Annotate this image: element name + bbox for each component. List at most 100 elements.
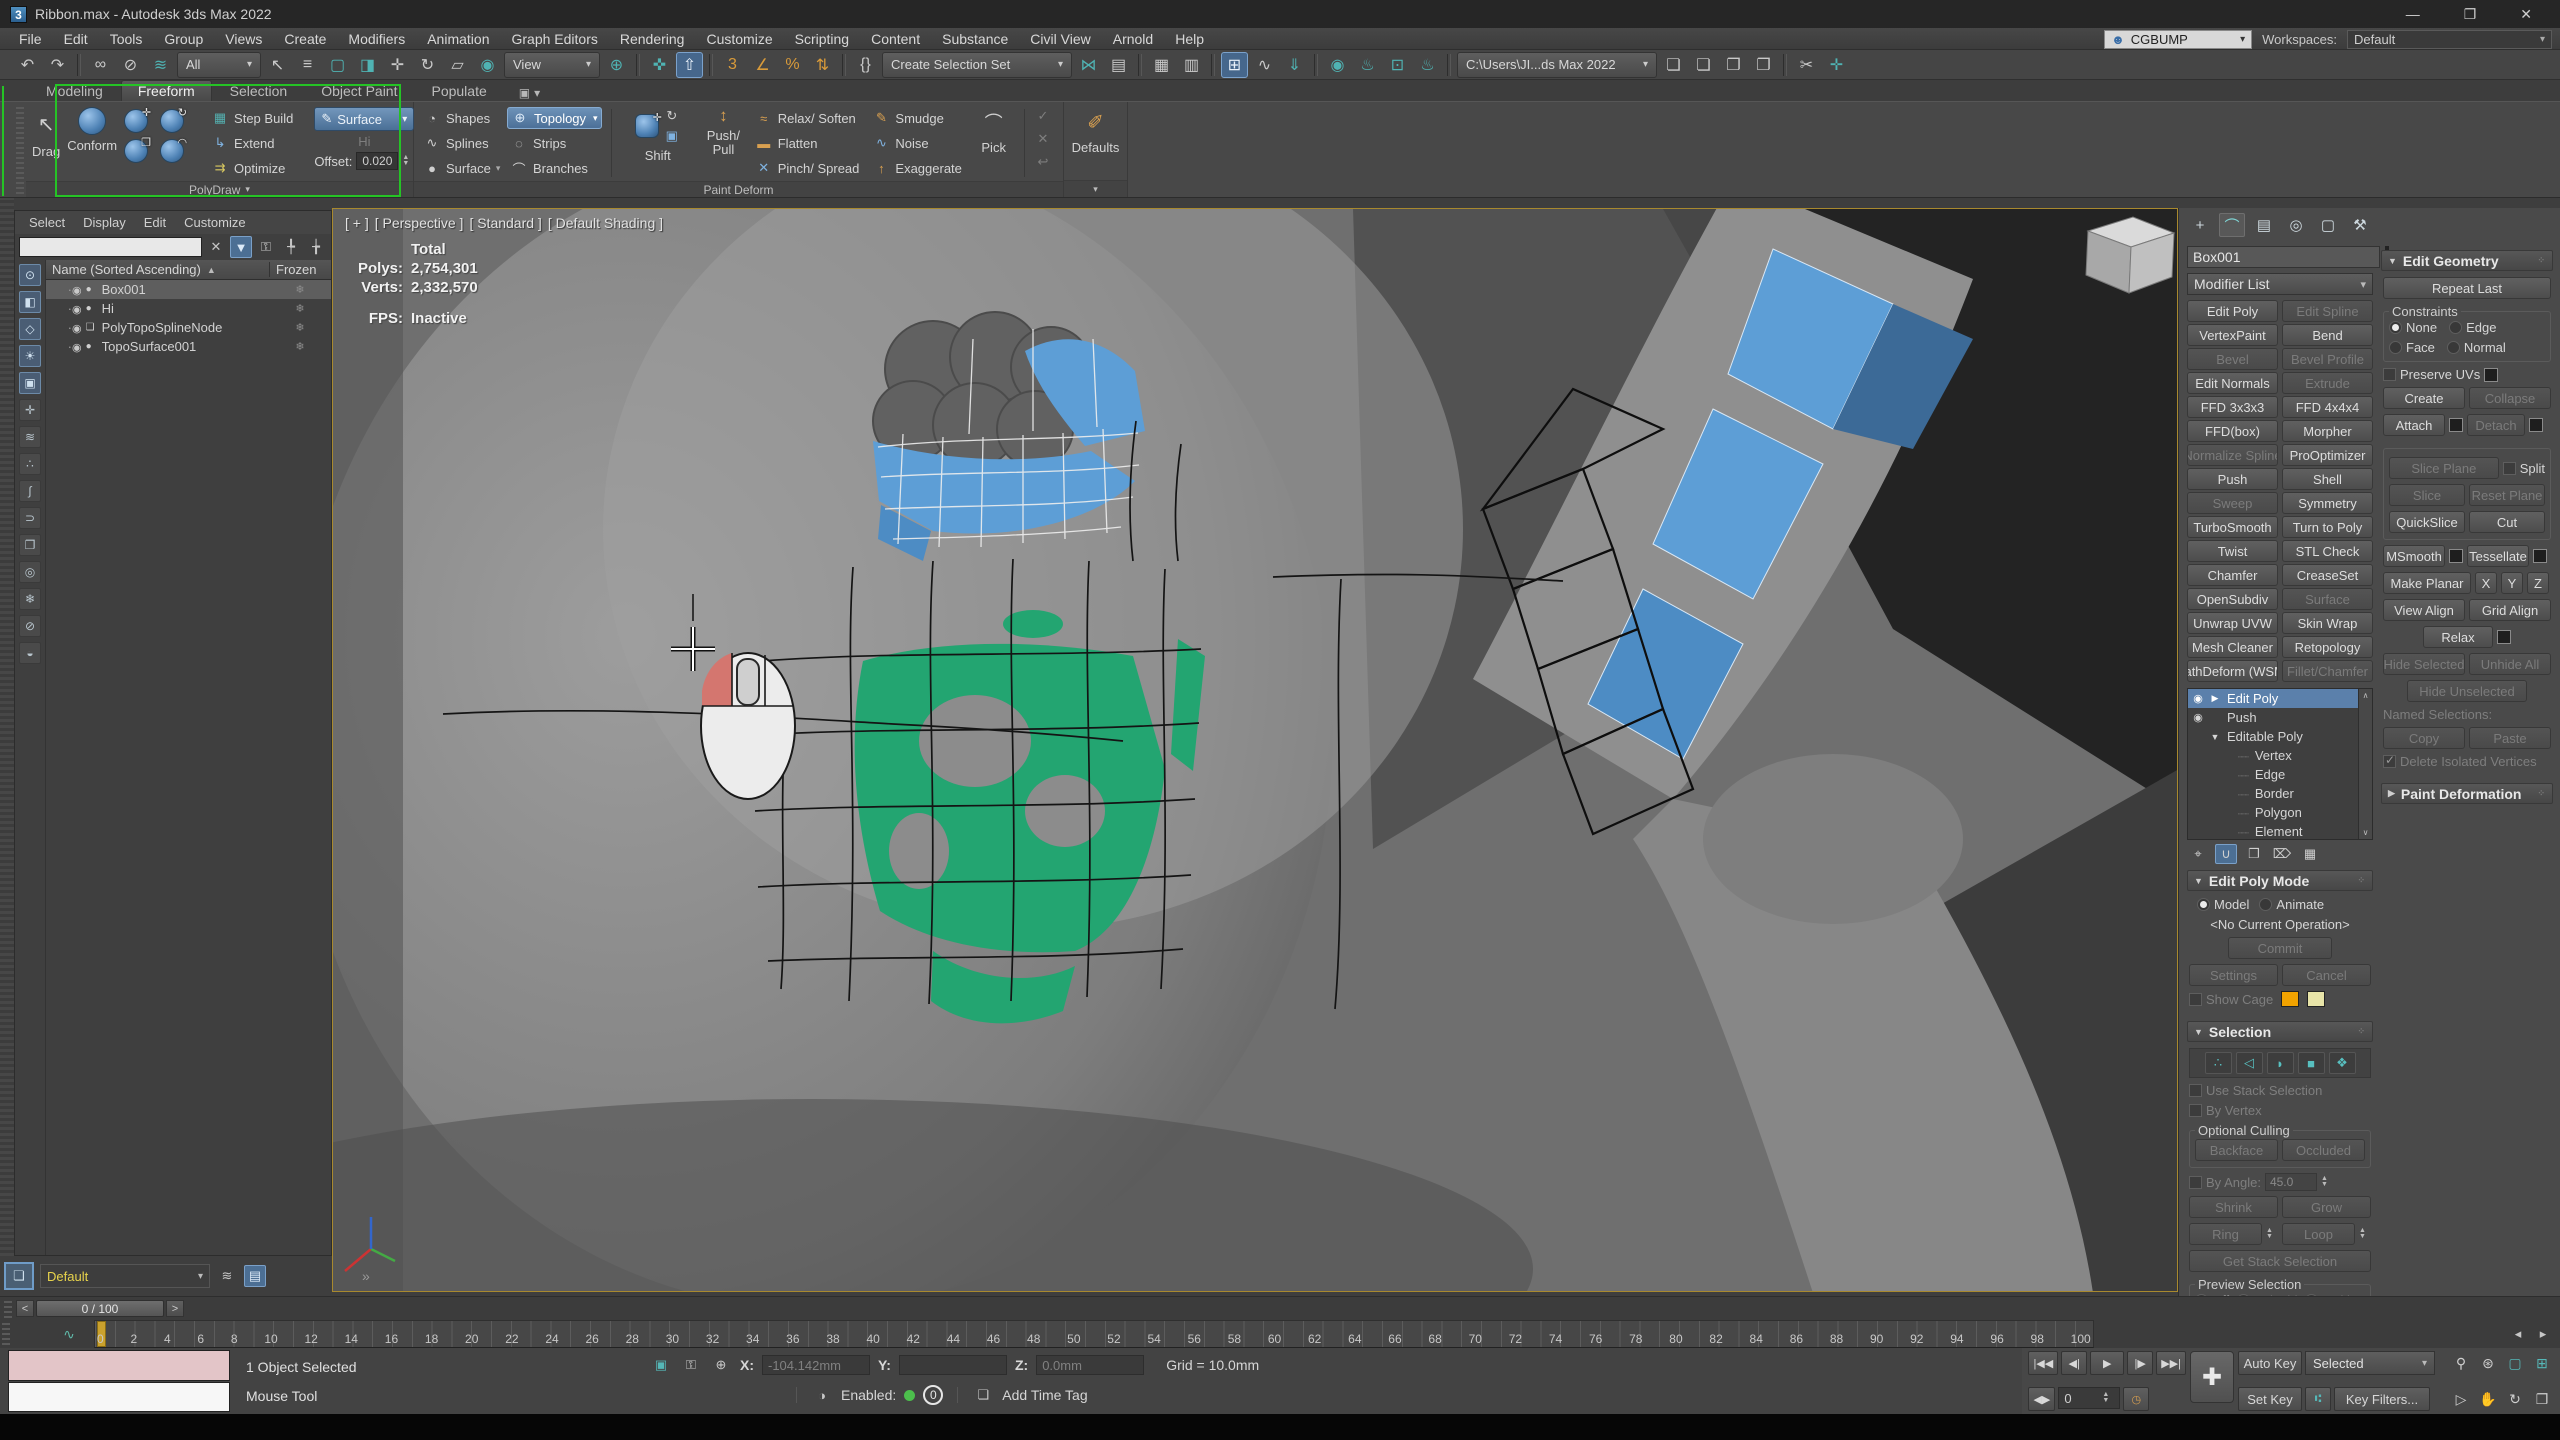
- select-and-rotate-icon[interactable]: ↻: [414, 52, 441, 78]
- select-and-link-icon[interactable]: ∞: [87, 52, 114, 78]
- optimize-button[interactable]: ⇉Optimize: [208, 157, 296, 179]
- conform-tool[interactable]: Conform: [67, 107, 117, 153]
- menu-item[interactable]: Tools: [99, 29, 154, 49]
- toggle-layer-explorer-icon[interactable]: ▥: [1178, 52, 1205, 78]
- use-stack-selection-checkbox[interactable]: Use Stack Selection: [2189, 1083, 2371, 1098]
- listener-line[interactable]: [8, 1382, 230, 1413]
- rendered-frame-window-icon[interactable]: ⊡: [1384, 52, 1411, 78]
- modifier-stack-row[interactable]: Border: [2188, 784, 2358, 803]
- menu-item[interactable]: Substance: [931, 29, 1019, 49]
- track-bar-ruler[interactable]: 0246810121416182022242628303234363840424…: [94, 1320, 2094, 1348]
- bind-to-space-warp-icon[interactable]: ≋: [147, 52, 174, 78]
- maximize-viewport-icon[interactable]: ❐: [2530, 1387, 2554, 1411]
- project-folder-dropdown[interactable]: C:\Users\JI...ds Max 2022: [1457, 52, 1657, 78]
- configure-modifier-sets-icon[interactable]: ▦: [2299, 844, 2321, 864]
- keyboard-override-icon[interactable]: ⇧: [676, 52, 703, 78]
- relax-button[interactable]: Relax: [2423, 626, 2493, 648]
- auto-key-selection-dropdown[interactable]: Selected: [2305, 1351, 2435, 1375]
- menu-item[interactable]: Views: [214, 29, 273, 49]
- paint-deform-panel-title[interactable]: Paint Deform: [414, 181, 1063, 197]
- modifier-preset-button[interactable]: Chamfer: [2187, 564, 2278, 586]
- modifier-preset-button[interactable]: Bevel Profile: [2282, 348, 2373, 370]
- selection-region-icon[interactable]: ▣: [650, 1355, 672, 1375]
- remove-modifier-icon[interactable]: ⌦: [2271, 844, 2293, 864]
- track-bar-option-icon[interactable]: ◂: [2507, 1323, 2529, 1345]
- modifier-preset-button[interactable]: Shell: [2282, 468, 2373, 490]
- file-link-manager-icon[interactable]: ❐: [1750, 52, 1777, 78]
- menu-item[interactable]: Customize: [695, 29, 783, 49]
- toolbar-separator[interactable]: [77, 54, 81, 76]
- detach-settings-icon[interactable]: [2529, 418, 2543, 432]
- modifier-preset-button[interactable]: Extrude: [2282, 372, 2373, 394]
- modifier-stack-row[interactable]: Edge: [2188, 765, 2358, 784]
- polydraw-panel-title[interactable]: PolyDraw▾: [26, 181, 413, 197]
- modifier-preset-button[interactable]: Twist: [2187, 540, 2278, 562]
- current-frame-field[interactable]: 0: [2058, 1387, 2120, 1409]
- modifier-preset-button[interactable]: Symmetry: [2282, 492, 2373, 514]
- z-coordinate-field[interactable]: 0.0mm: [1036, 1355, 1144, 1375]
- zoom-extents-icon[interactable]: ▢: [2503, 1351, 2527, 1375]
- menu-item[interactable]: Animation: [416, 29, 500, 49]
- border-icon[interactable]: ◗: [2267, 1052, 2294, 1074]
- user-account-dropdown[interactable]: ☻ CGBUMP ▾: [2104, 30, 2252, 49]
- lock-explorer-icon[interactable]: ⚿: [255, 236, 277, 258]
- tessellate-settings-icon[interactable]: [2533, 549, 2547, 563]
- modifier-list-dropdown[interactable]: Modifier List: [2187, 273, 2373, 295]
- next-frame-button[interactable]: |▶: [2127, 1351, 2153, 1375]
- vertex-icon[interactable]: ∴: [2205, 1052, 2232, 1074]
- unlink-selection-icon[interactable]: ⊘: [117, 52, 144, 78]
- modifier-preset-button[interactable]: Push: [2187, 468, 2278, 490]
- menu-item[interactable]: Arnold: [1102, 29, 1164, 49]
- toolbar-separator[interactable]: [1138, 54, 1142, 76]
- window-crossing-icon[interactable]: ◨: [354, 52, 381, 78]
- next-frame-button[interactable]: >: [166, 1300, 184, 1317]
- polygon-icon[interactable]: ■: [2298, 1052, 2325, 1074]
- modifier-preset-button[interactable]: OpenSubdiv: [2187, 588, 2278, 610]
- object-name-field[interactable]: [2187, 246, 2380, 268]
- reset-plane-button[interactable]: Reset Plane: [2469, 484, 2545, 506]
- previous-frame-button[interactable]: <: [16, 1300, 34, 1317]
- go-to-end-button[interactable]: ▶▶|: [2156, 1351, 2186, 1375]
- offset-field[interactable]: 0.020: [356, 152, 398, 170]
- maxscript-mini-listener[interactable]: [8, 1350, 230, 1412]
- modifier-preset-button[interactable]: PathDeform (WSM): [2187, 660, 2278, 682]
- filter-ik-icon[interactable]: ⊃: [19, 507, 41, 529]
- close-button[interactable]: ✕: [2520, 6, 2532, 23]
- menu-item[interactable]: Edit: [53, 29, 99, 49]
- filter-lights-icon[interactable]: ☀: [19, 345, 41, 367]
- ribbon-tab[interactable]: Object Paint: [305, 81, 413, 101]
- key-steps-icon[interactable]: ⑆: [2305, 1387, 2331, 1411]
- modifier-preset-button[interactable]: Skin Wrap: [2282, 612, 2373, 634]
- modifier-preset-button[interactable]: CreaseSet: [2282, 564, 2373, 586]
- scene-object-row[interactable]: · ● Hi: [46, 299, 331, 318]
- modifier-preset-button[interactable]: Morpher: [2282, 420, 2373, 442]
- open-script-icon[interactable]: ❏: [1690, 52, 1717, 78]
- set-keys-button[interactable]: ✚: [2190, 1351, 2234, 1403]
- menu-item[interactable]: Scripting: [784, 29, 860, 49]
- modifier-stack-row[interactable]: ◉ Push: [2188, 708, 2358, 727]
- hierarchy-tab[interactable]: ▤: [2251, 213, 2277, 237]
- explorer-menu-item[interactable]: Edit: [136, 214, 174, 231]
- absolute-mode-icon[interactable]: ⊕: [710, 1355, 732, 1375]
- cage-selected-color-swatch[interactable]: [2307, 991, 2325, 1007]
- minimize-button[interactable]: —: [2406, 6, 2420, 23]
- modifier-preset-button[interactable]: VertexPaint: [2187, 324, 2278, 346]
- filter-particles-icon[interactable]: ∴: [19, 453, 41, 475]
- track-bar-option-icon[interactable]: ▸: [2532, 1323, 2554, 1345]
- modifier-preset-button[interactable]: ProOptimizer: [2282, 444, 2373, 466]
- workspace-dropdown[interactable]: Default: [2347, 30, 2552, 49]
- rectangular-selection-icon[interactable]: ▢: [324, 52, 351, 78]
- eye-icon[interactable]: ◉: [2190, 711, 2206, 724]
- zoom-extents-all-icon[interactable]: ⊞: [2530, 1351, 2554, 1375]
- view-align-button[interactable]: View Align: [2383, 599, 2465, 621]
- clear-search-icon[interactable]: ✕: [205, 236, 227, 258]
- repeat-last-button[interactable]: Repeat Last: [2383, 277, 2551, 299]
- commit-paint-icon[interactable]: ✓: [1034, 107, 1052, 125]
- select-and-scale-icon[interactable]: ▱: [444, 52, 471, 78]
- constraint-face-radio[interactable]: Face: [2389, 340, 2435, 355]
- model-radio[interactable]: Model: [2197, 897, 2249, 912]
- get-stack-selection-button[interactable]: Get Stack Selection: [2189, 1250, 2371, 1272]
- flatten-button[interactable]: ▬Flatten: [752, 132, 863, 154]
- toolbar-separator[interactable]: [1783, 54, 1787, 76]
- modifier-preset-button[interactable]: Edit Normals: [2187, 372, 2278, 394]
